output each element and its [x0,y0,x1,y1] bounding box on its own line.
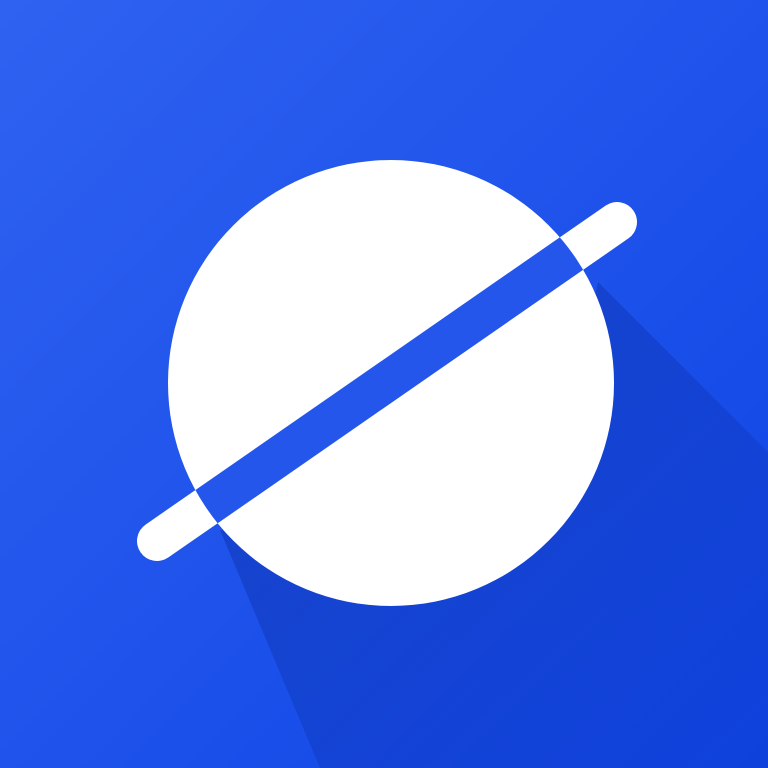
app-icon [0,0,768,768]
planet-icon-graphic [0,0,768,768]
